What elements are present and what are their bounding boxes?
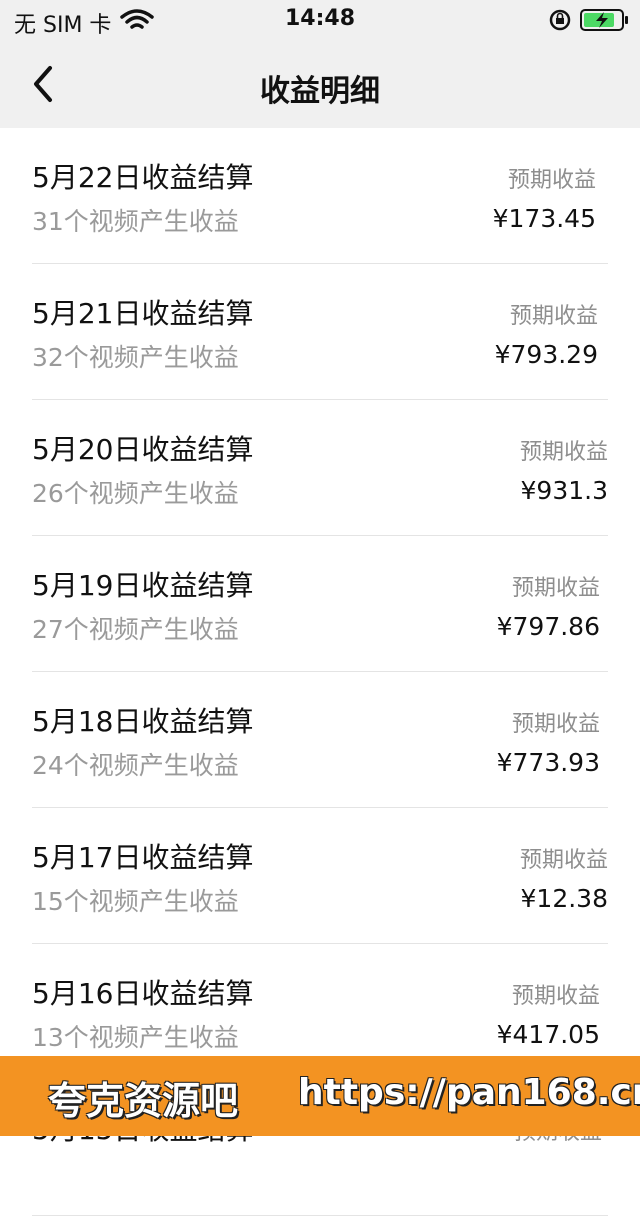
earnings-row[interactable]: 5月22日收益结算 31个视频产生收益 预期收益 ¥173.45 [0, 128, 640, 264]
watermark-url: https://pan168.cn [298, 1072, 640, 1113]
page-title: 收益明细 [260, 74, 380, 109]
earnings-list: 5月22日收益结算 31个视频产生收益 预期收益 ¥173.45 5月21日收益结算 32… [0, 128, 640, 1216]
earnings-row[interactable]: 5月18日收益结算 24个视频产生收益 预期收益 ¥773.93 [0, 672, 640, 808]
expected-earnings-label: 预期收益 [509, 304, 598, 329]
row-subtitle: 31个视频产生收益 [32, 207, 239, 236]
row-title: 5月19日收益结算 [32, 569, 254, 602]
row-title: 5月16日收益结算 [32, 977, 254, 1010]
expected-earnings-label: 预期收益 [511, 712, 600, 737]
row-amount-block: 预期收益 ¥931.3 [520, 434, 608, 505]
expected-earnings-amount: ¥12.38 [520, 884, 608, 913]
expected-earnings-label: 预期收益 [511, 576, 600, 601]
row-amount-block: 预期收益 ¥12.38 [520, 842, 608, 913]
earnings-row[interactable]: 5月17日收益结算 15个视频产生收益 预期收益 ¥12.38 [0, 808, 640, 944]
status-bar: 无 SIM 卡 14:48 [0, 0, 640, 40]
row-title: 5月21日收益结算 [32, 297, 254, 330]
expected-earnings-label: 预期收益 [511, 984, 600, 1009]
earnings-row[interactable]: 5月21日收益结算 32个视频产生收益 预期收益 ¥793.29 [0, 264, 640, 400]
row-title: 5月22日收益结算 [32, 161, 254, 194]
row-title: 5月17日收益结算 [32, 841, 254, 874]
row-title: 5月20日收益结算 [32, 433, 254, 466]
orientation-lock-icon [549, 9, 571, 31]
row-title: 5月18日收益结算 [32, 705, 254, 738]
expected-earnings-amount: ¥797.86 [496, 612, 600, 641]
expected-earnings-amount: ¥417.05 [496, 1020, 600, 1049]
row-subtitle: 26个视频产生收益 [32, 479, 239, 508]
expected-earnings-label: 预期收益 [519, 848, 608, 873]
row-subtitle: 15个视频产生收益 [32, 887, 239, 916]
row-amount-block: 预期收益 ¥793.29 [495, 298, 598, 369]
row-subtitle: 13个视频产生收益 [32, 1023, 239, 1052]
row-subtitle: 32个视频产生收益 [32, 343, 239, 372]
row-subtitle: 24个视频产生收益 [32, 751, 239, 780]
row-amount-block: 预期收益 ¥773.93 [497, 706, 600, 777]
watermark-banner: 夸克资源吧 https://pan168.cn [0, 1056, 640, 1136]
expected-earnings-amount: ¥931.3 [520, 476, 608, 505]
row-subtitle: 27个视频产生收益 [32, 615, 239, 644]
row-amount-block: 预期收益 ¥173.45 [493, 162, 596, 233]
clock: 14:48 [284, 6, 356, 31]
row-amount-block: 预期收益 ¥417.05 [497, 978, 600, 1049]
expected-earnings-amount: ¥773.93 [496, 748, 600, 777]
battery-icon [580, 9, 628, 31]
earnings-row[interactable]: 5月20日收益结算 26个视频产生收益 预期收益 ¥931.3 [0, 400, 640, 536]
earnings-row[interactable]: 5月19日收益结算 27个视频产生收益 预期收益 ¥797.86 [0, 536, 640, 672]
expected-earnings-label: 预期收益 [519, 440, 608, 465]
expected-earnings-amount: ¥173.45 [492, 204, 596, 233]
watermark-site-name: 夸克资源吧 [48, 1079, 239, 1123]
expected-earnings-amount: ¥793.29 [494, 340, 598, 369]
expected-earnings-label: 预期收益 [507, 168, 596, 193]
row-amount-block: 预期收益 ¥797.86 [497, 570, 600, 641]
navigation-bar: 收益明细 [0, 40, 640, 128]
